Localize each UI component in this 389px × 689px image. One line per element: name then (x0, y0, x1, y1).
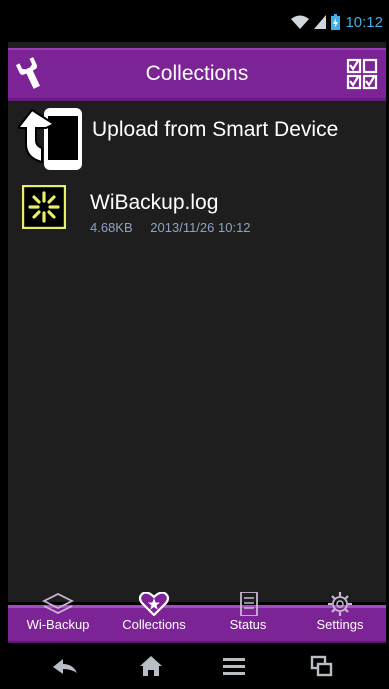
back-icon[interactable] (45, 653, 85, 679)
page-title: Collections (145, 62, 249, 85)
tab-label: Wi-Backup (26, 617, 90, 632)
multi-select-checkbox-icon (346, 58, 378, 90)
list-item[interactable]: WiBackup.log 4.68KB 2013/11/26 10:12 (8, 172, 386, 262)
home-icon[interactable] (131, 653, 171, 679)
wifi-icon (291, 15, 310, 29)
battery-charging-icon (331, 14, 341, 30)
tab-collections[interactable]: Collections (106, 592, 202, 641)
file-name: WiBackup.log (90, 191, 219, 214)
document-icon (240, 592, 258, 616)
action-bar-divider (8, 98, 386, 101)
signal-icon (314, 15, 327, 29)
log-file-icon (22, 185, 66, 229)
multi-select-button[interactable] (346, 58, 378, 90)
upload-label: Upload from Smart Device (92, 118, 339, 141)
file-size: 4.68KB (90, 220, 133, 235)
tab-label: Settings (316, 617, 364, 632)
tab-status[interactable]: Status (202, 592, 294, 641)
status-time: 10:12 (345, 13, 383, 31)
heart-star-icon (138, 592, 170, 616)
navigation-bar (0, 643, 389, 689)
tab-settings[interactable]: Settings (294, 592, 386, 641)
file-date: 2013/11/26 10:12 (150, 220, 251, 235)
bottom-tab-bar: Wi-Backup Collections Status Settings (8, 592, 386, 641)
status-bar: 10:12 (0, 0, 389, 40)
tab-wi-backup[interactable]: Wi-Backup (8, 592, 108, 641)
tab-label: Collections (122, 617, 186, 632)
tab-label: Status (229, 617, 267, 632)
collections-list: Upload from Smart Device WiBackup.log 4.… (8, 102, 386, 262)
action-bar: Collections (8, 48, 386, 98)
file-meta: 4.68KB 2013/11/26 10:12 (90, 220, 251, 235)
app-frame: 10:12 Collections Upload from Smart Devi… (0, 0, 389, 689)
status-icons: 10:12 (291, 12, 383, 32)
layers-icon (41, 592, 75, 615)
menu-icon[interactable] (214, 653, 254, 679)
recent-apps-icon[interactable] (301, 653, 341, 679)
upload-row[interactable]: Upload from Smart Device (8, 102, 386, 172)
gear-icon (328, 592, 352, 616)
phone-upload-icon (18, 108, 82, 170)
